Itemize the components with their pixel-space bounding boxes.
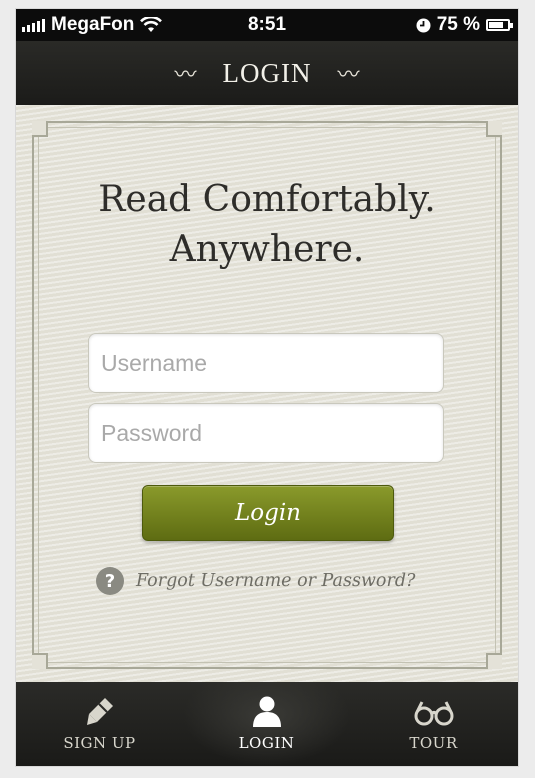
nav-bar: 〰 LOGIN 〰 [16, 41, 518, 105]
forgot-credentials-link[interactable]: ? Forgot Username or Password? [96, 567, 415, 595]
frame-corner [486, 121, 502, 137]
tab-tour-label: TOUR [409, 734, 458, 752]
person-icon [252, 696, 281, 727]
tab-tour[interactable]: TOUR [350, 682, 517, 766]
password-input[interactable] [88, 403, 444, 463]
headline-line-2: Anywhere. [169, 229, 365, 270]
tab-sign-up[interactable]: SIGN UP [16, 682, 183, 766]
tab-login-label: LOGIN [238, 734, 295, 752]
battery-icon [486, 19, 513, 31]
right-flourish-icon: 〰 [337, 62, 360, 87]
login-content: Read Comfortably. Anywhere. Login ? Forg… [16, 105, 518, 682]
frame-corner [32, 121, 48, 137]
tab-bar: SIGN UP LOGIN TOUR [16, 682, 518, 766]
frame-corner [32, 653, 48, 669]
login-button[interactable]: Login [142, 485, 394, 541]
glasses-icon [414, 701, 453, 726]
clock-icon [416, 18, 431, 32]
status-right: 75 % [416, 14, 513, 36]
tab-sign-up-label: SIGN UP [63, 734, 136, 752]
question-icon: ? [96, 567, 124, 595]
pen-icon [86, 698, 113, 725]
forgot-credentials-label: Forgot Username or Password? [136, 571, 416, 591]
phone-screen: MegaFon 8:51 75 % 〰 LOGIN 〰 Read Comfort… [16, 9, 518, 766]
page-title: LOGIN [222, 57, 312, 88]
headline: Read Comfortably. Anywhere. [16, 175, 518, 275]
frame-corner [486, 653, 502, 669]
login-button-label: Login [234, 500, 301, 526]
battery-percent: 75 % [436, 14, 480, 35]
username-input[interactable] [88, 333, 444, 393]
tab-login[interactable]: LOGIN [183, 682, 350, 766]
headline-line-1: Read Comfortably. [98, 179, 436, 220]
status-bar: MegaFon 8:51 75 % [16, 9, 518, 41]
left-flourish-icon: 〰 [174, 62, 197, 87]
